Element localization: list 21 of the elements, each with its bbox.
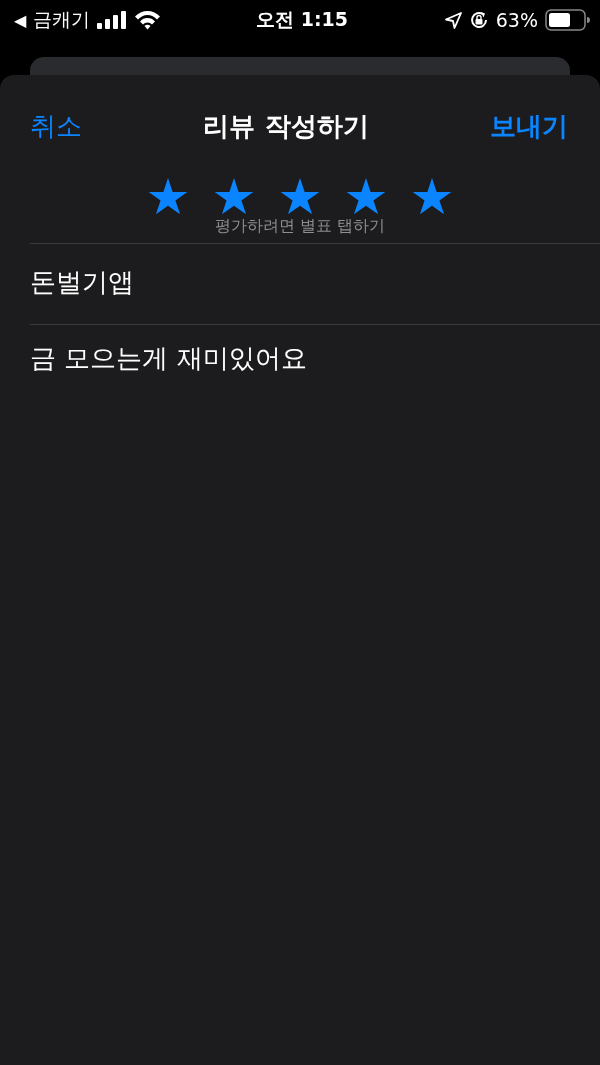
cancel-button[interactable]: 취소 [30,108,82,144]
review-title-field[interactable]: 돈벌기앱 [30,262,570,302]
send-button[interactable]: 보내기 [490,108,568,144]
back-app-label[interactable]: 금캐기 [33,7,91,33]
star-icon[interactable] [214,178,254,216]
review-body-field[interactable]: 금 모으는게 재미있어요 [30,341,570,391]
star-icon[interactable] [148,178,188,216]
battery-icon [545,9,590,31]
back-arrow[interactable]: ◀ [14,10,27,30]
star-rating[interactable] [148,178,452,216]
signal-icon [97,11,128,29]
location-arrow-icon [444,11,462,29]
star-icon[interactable] [280,178,320,216]
wifi-icon [134,10,162,30]
battery-percentage: 63% [495,9,538,31]
clock-time: 오전 1:15 [256,7,348,32]
rating-hint: 평가하려면 별표 탭하기 [214,216,386,237]
star-icon[interactable] [412,178,452,216]
star-icon[interactable] [346,178,386,216]
rotation-lock-icon [468,10,489,30]
sheet-title: 리뷰 작성하기 [203,109,369,143]
